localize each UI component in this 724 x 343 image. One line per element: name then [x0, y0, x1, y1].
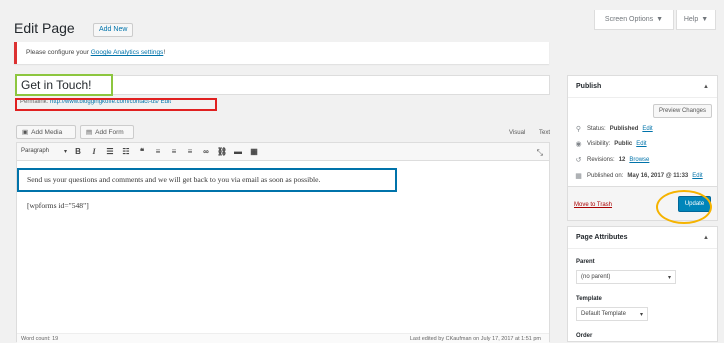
link-icon[interactable]: ∞ [201, 147, 211, 156]
parent-select-value: (no parent) [581, 274, 611, 280]
chevron-down-icon: ▾ [63, 149, 67, 155]
content-editor[interactable]: Paragraph ▾ B I ☰ ☷ ❝ ≡ ≡ ≡ ∞ ⛓ ▬ ▦ ⤡ Se… [16, 142, 550, 343]
preview-changes-button[interactable]: Preview Changes [652, 104, 712, 118]
calendar-icon: ▦ [575, 173, 582, 180]
publish-header[interactable]: Publish ▲ [568, 76, 717, 98]
blockquote-icon[interactable]: ❝ [137, 147, 147, 156]
chevron-down-icon: ▾ [639, 312, 643, 318]
eye-icon: ◉ [575, 141, 582, 148]
history-icon: ↺ [575, 157, 582, 164]
align-center-icon[interactable]: ≡ [169, 147, 179, 156]
collapse-arrow-icon[interactable]: ▲ [703, 235, 709, 241]
page-attributes-box: Page Attributes ▲ Parent (no parent) ▾ T… [567, 226, 718, 342]
update-highlight-circle [656, 190, 712, 224]
word-count: Word count: 19 [21, 336, 59, 342]
revisions-browse-link[interactable]: Browse [629, 157, 649, 163]
permalink-highlight-box [15, 98, 217, 111]
template-select-value: Default Template [581, 311, 626, 317]
numbered-list-icon[interactable]: ☷ [121, 147, 131, 156]
parent-select[interactable]: (no parent) ▾ [576, 270, 676, 284]
visibility-edit-link[interactable]: Edit [636, 141, 646, 147]
status-value: Published [609, 126, 639, 132]
bullet-list-icon[interactable]: ☰ [105, 147, 115, 156]
revisions-value: 12 [618, 157, 626, 163]
parent-label: Parent [576, 259, 595, 265]
align-left-icon[interactable]: ≡ [153, 147, 163, 156]
align-right-icon[interactable]: ≡ [185, 147, 195, 156]
wpforms-shortcode[interactable]: [wpforms id="548"] [27, 201, 89, 210]
tab-text[interactable]: Text [539, 130, 550, 136]
analytics-settings-link[interactable]: Google Analytics settings [91, 49, 164, 56]
fullscreen-icon[interactable]: ⤡ [537, 148, 543, 158]
template-select[interactable]: Default Template ▾ [576, 307, 648, 321]
published-value: May 16, 2017 @ 11:33 [627, 173, 689, 179]
editor-toolbar: Paragraph ▾ B I ☰ ☷ ❝ ≡ ≡ ≡ ∞ ⛓ ▬ ▦ ⤡ [17, 143, 549, 161]
revisions-row: ↺ Revisions: 12 Browse [574, 156, 650, 164]
published-edit-link[interactable]: Edit [692, 173, 702, 179]
add-new-button[interactable]: Add New [93, 23, 134, 37]
unlink-icon[interactable]: ⛓ [217, 147, 227, 156]
help-label: Help [683, 16, 699, 23]
add-media-button[interactable]: ▣ Add Media [16, 125, 76, 139]
revisions-label: Revisions: [587, 157, 615, 163]
notice-prefix: Please configure your [26, 49, 91, 56]
status-label: Status: [587, 126, 606, 132]
published-row: ▦ Published on: May 16, 2017 @ 11:33 Edi… [574, 172, 702, 180]
chevron-down-icon: ▼ [701, 16, 709, 23]
visibility-label: Visibility: [587, 141, 611, 147]
help-button[interactable]: Help ▼ [676, 10, 716, 30]
page-attributes-title: Page Attributes [576, 234, 628, 241]
publish-title: Publish [576, 83, 602, 90]
pin-icon: ⚲ [575, 126, 582, 133]
read-more-icon[interactable]: ▬ [233, 147, 243, 156]
page-attributes-header[interactable]: Page Attributes ▲ [568, 227, 717, 249]
title-highlight-box [15, 74, 113, 96]
media-icon: ▣ [22, 129, 29, 136]
add-form-button[interactable]: ▤ Add Form [80, 125, 134, 139]
form-icon: ▤ [86, 129, 93, 136]
status-row: ⚲ Status: Published Edit [574, 125, 653, 133]
toolbar-toggle-icon[interactable]: ▦ [249, 147, 259, 156]
content-paragraph[interactable]: Send us your questions and comments and … [27, 175, 320, 184]
add-form-label: Add Form [95, 128, 124, 136]
collapse-arrow-icon[interactable]: ▲ [703, 84, 709, 90]
order-label: Order [576, 333, 593, 339]
format-select[interactable]: Paragraph ▾ [21, 148, 67, 155]
notice-suffix: ! [163, 49, 166, 56]
tab-visual[interactable]: Visual [509, 130, 525, 136]
template-label: Template [576, 296, 602, 302]
visibility-row: ◉ Visibility: Public Edit [574, 140, 646, 148]
add-media-label: Add Media [31, 128, 63, 136]
page-title: Edit Page [14, 20, 75, 36]
status-edit-link[interactable]: Edit [642, 126, 652, 132]
italic-icon[interactable]: I [89, 147, 99, 156]
chevron-down-icon: ▼ [656, 16, 664, 23]
last-edited: Last edited by CKaufman on July 17, 2017… [409, 336, 541, 342]
published-label: Published on: [587, 173, 624, 179]
analytics-notice: Please configure your Google Analytics s… [14, 42, 549, 64]
format-select-value: Paragraph [21, 148, 50, 154]
screen-options-button[interactable]: Screen Options ▼ [594, 10, 674, 30]
screen-options-label: Screen Options [604, 16, 654, 23]
move-to-trash-link[interactable]: Move to Trash [574, 202, 612, 208]
chevron-down-icon: ▾ [667, 275, 671, 281]
visibility-value: Public [614, 141, 633, 147]
bold-icon[interactable]: B [73, 147, 83, 156]
